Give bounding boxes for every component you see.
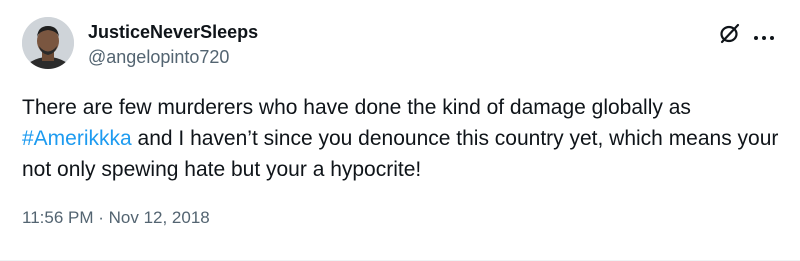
tweet-text: There are few murderers who have done th… (22, 92, 782, 185)
tweet-text-part1: There are few murderers who have done th… (22, 96, 691, 119)
tweet-text-part2: and I haven’t since you denounce this co… (22, 127, 779, 181)
grok-icon[interactable] (719, 22, 741, 44)
tweet-timestamp: 11:56 PM · Nov 12, 2018 (22, 207, 210, 229)
tweet-date[interactable]: Nov 12, 2018 (109, 208, 210, 227)
avatar-image (22, 17, 74, 69)
author-handle[interactable]: @angelopinto720 (88, 46, 229, 68)
more-options-icon[interactable] (753, 29, 775, 40)
tweet-time[interactable]: 11:56 PM (22, 208, 94, 227)
author-display-name[interactable]: JusticeNeverSleeps (88, 21, 258, 43)
hashtag-link[interactable]: #Amerikkka (22, 127, 132, 150)
avatar[interactable] (22, 17, 74, 69)
meta-separator: · (93, 208, 109, 227)
tweet: JusticeNeverSleeps @angelopinto720 There… (0, 0, 800, 261)
